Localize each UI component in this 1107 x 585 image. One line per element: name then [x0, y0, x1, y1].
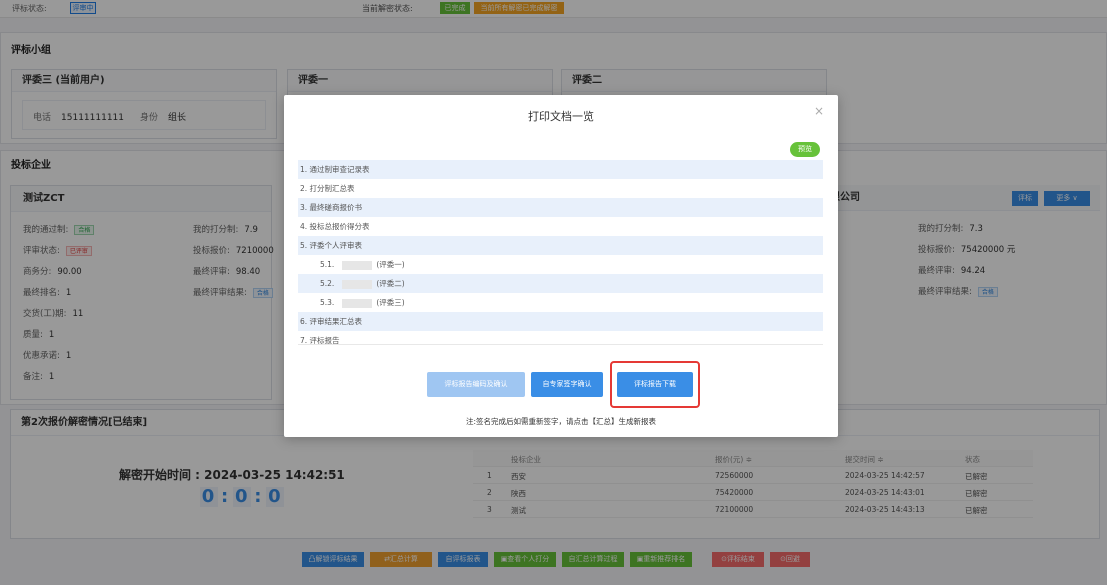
- expert-sign-button[interactable]: 自专家签字确认: [531, 372, 603, 397]
- doc-item[interactable]: 6. 评审结果汇总表: [298, 312, 823, 331]
- doc-item[interactable]: 5. 评委个人评审表: [298, 236, 823, 255]
- doc-sub-item[interactable]: 5.1. (评委一): [298, 255, 823, 274]
- highlight-box: [610, 361, 700, 408]
- dialog-note: 注:签名完成后如需重新签字，请点击【汇总】生成新报表: [465, 417, 657, 426]
- doc-item[interactable]: 3. 最终磋商报价书: [298, 198, 823, 217]
- preview-button[interactable]: 预览: [790, 142, 820, 157]
- print-docs-dialog: 打印文档一览 × 预览 1. 通过制审查记录表 2. 打分制汇总表 3. 最终磋…: [284, 95, 838, 437]
- doc-divider: [298, 344, 823, 345]
- doc-item[interactable]: 7. 评标报告: [298, 331, 823, 350]
- report-confirm-button[interactable]: 评标报告编码及确认: [427, 372, 525, 397]
- doc-item[interactable]: 2. 打分制汇总表: [298, 179, 823, 198]
- doc-sub-item[interactable]: 5.3. (评委三): [298, 293, 823, 312]
- doc-item[interactable]: 1. 通过制审查记录表: [298, 160, 823, 179]
- doc-item[interactable]: 4. 投标总报价得分表: [298, 217, 823, 236]
- dialog-title: 打印文档一览: [528, 110, 594, 123]
- doc-sub-item[interactable]: 5.2. (评委二): [298, 274, 823, 293]
- doc-list: 1. 通过制审查记录表 2. 打分制汇总表 3. 最终磋商报价书 4. 投标总报…: [298, 160, 823, 350]
- close-icon[interactable]: ×: [814, 104, 824, 118]
